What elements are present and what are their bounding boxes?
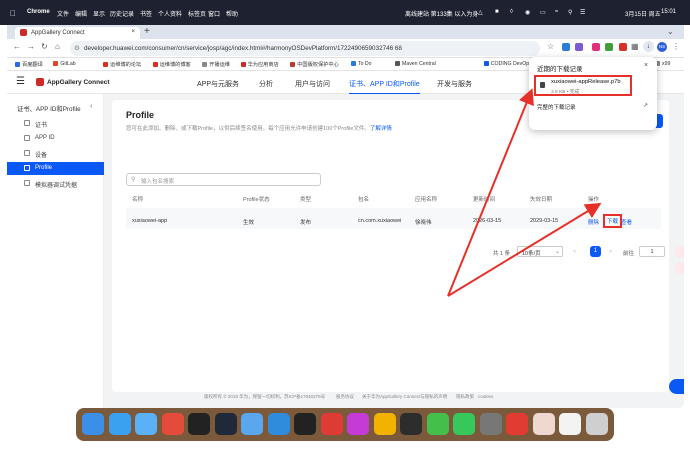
annotation-arrows [447, 88, 602, 297]
dock-app-icon[interactable] [188, 413, 210, 435]
dock-app-icon[interactable] [320, 413, 343, 435]
dock-app-icon[interactable] [532, 413, 555, 435]
dock-app-icon[interactable] [479, 413, 502, 435]
dock-app-icon[interactable] [294, 413, 316, 435]
arrow-to-download-link [447, 202, 602, 297]
dock-app-icon[interactable] [347, 413, 369, 435]
dock-app-icon[interactable] [453, 413, 475, 435]
dock-app-icon[interactable] [82, 413, 104, 435]
dock-app-icon[interactable] [373, 413, 396, 435]
dock-app-icon[interactable] [559, 413, 581, 435]
arrow-to-download-item [447, 88, 534, 297]
dock-app-icon[interactable] [400, 413, 422, 435]
dock-app-icon[interactable] [267, 413, 290, 435]
dock-app-icon[interactable] [214, 413, 237, 435]
dock-app-icon[interactable] [241, 413, 263, 435]
dock-app-icon[interactable] [426, 413, 449, 435]
dock-app-icon[interactable] [135, 413, 157, 435]
dock-app-icon[interactable] [108, 413, 131, 435]
dock-app-icon[interactable] [585, 413, 608, 435]
dock-app-icon[interactable] [161, 413, 184, 435]
dock-app-icon[interactable] [506, 413, 528, 435]
